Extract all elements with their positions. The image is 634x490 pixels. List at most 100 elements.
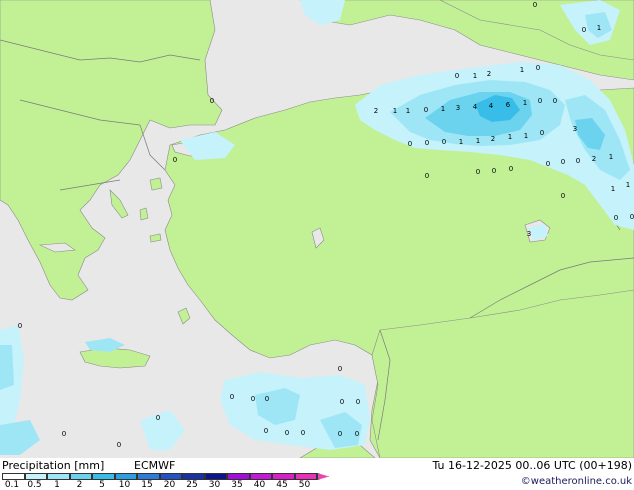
- scale-swatch: [272, 473, 295, 480]
- point-value-label: 3: [527, 230, 531, 238]
- point-value-label: 0: [62, 430, 66, 438]
- point-value-label: 0: [356, 398, 360, 406]
- point-value-label: 1: [393, 107, 397, 115]
- scale-swatch: [227, 473, 250, 480]
- scale-label: 0.5: [27, 480, 42, 490]
- point-value-label: 1: [441, 105, 445, 113]
- point-value-label: 0: [576, 157, 580, 165]
- precip-scale-labels: 0.1 0.5 1 2 5 10 15 20 25 30 35 40 45 50: [2, 480, 328, 490]
- model-name: ECMWF: [134, 459, 176, 472]
- point-value-label: 0: [18, 322, 22, 330]
- scale-label: 30: [208, 480, 221, 490]
- footer-bar: Precipitation [mm] ECMWF Tu 16-12-2025 0…: [0, 458, 634, 490]
- scale-swatch: [114, 473, 137, 480]
- precipitation-map: 0 0 1 0 0 1 2 1 0 2 1 1 0 1 3 4 4 6 1 0 0 0 0 0 1 1 2 1 1 0 3 0 0 0 0 0 0 0 0 2…: [0, 0, 634, 458]
- scale-label: 35: [231, 480, 243, 490]
- scale-swatch: [294, 473, 317, 480]
- point-value-label: 0: [251, 395, 255, 403]
- point-value-label: 1: [406, 107, 410, 115]
- point-value-label: 0: [264, 427, 268, 435]
- precip-west-edge-mid: [0, 345, 14, 390]
- scale-swatch: [204, 473, 227, 480]
- point-value-label: 4: [489, 102, 494, 110]
- point-value-label: 0: [355, 430, 359, 438]
- point-value-label: 0: [509, 165, 513, 173]
- point-value-label: 0: [561, 192, 565, 200]
- scale-label: 40: [253, 480, 266, 490]
- point-value-label: 0: [492, 167, 496, 175]
- scale-swatch: [182, 473, 205, 480]
- point-value-label: 0: [265, 395, 269, 403]
- point-value-label: 0: [553, 97, 557, 105]
- point-value-label: 0: [338, 430, 342, 438]
- point-value-label: 1: [609, 153, 613, 161]
- point-value-label: 0: [230, 393, 234, 401]
- point-value-label: 1: [626, 181, 630, 189]
- scale-swatch: [92, 473, 115, 480]
- point-value-label: 0: [614, 214, 618, 222]
- point-value-label: 0: [408, 140, 412, 148]
- scale-swatch: [137, 473, 160, 480]
- forecast-datetime: Tu 16-12-2025 00..06 UTC (00+198): [432, 459, 632, 472]
- scale-swatch: [317, 473, 329, 480]
- scale-swatch: [24, 473, 47, 480]
- point-value-label: 0: [340, 398, 344, 406]
- scale-label: 2: [76, 480, 83, 490]
- point-value-label: 0: [538, 97, 542, 105]
- scale-label: 45: [276, 480, 288, 490]
- map-area: 0 0 1 0 0 1 2 1 0 2 1 1 0 1 3 4 4 6 1 0 0 0 0 0 1 1 2 1 1 0 3 0 0 0 0 0 0 0 0 2…: [0, 0, 634, 458]
- scale-swatch: [2, 473, 25, 480]
- point-value-label: 2: [487, 70, 491, 78]
- point-value-label: 1: [523, 99, 527, 107]
- point-value-label: 0: [425, 172, 429, 180]
- point-value-label: 6: [506, 101, 511, 109]
- point-value-label: 0: [173, 156, 177, 164]
- scale-label: 25: [186, 480, 198, 490]
- point-value-label: 3: [573, 125, 577, 133]
- point-value-label: 0: [540, 129, 544, 137]
- point-value-label: 0: [210, 97, 214, 105]
- point-value-label: 1: [459, 138, 463, 146]
- point-value-label: 0: [561, 158, 565, 166]
- point-value-label: 1: [473, 72, 477, 80]
- point-value-label: 1: [611, 185, 615, 193]
- point-value-label: 1: [520, 66, 524, 74]
- point-value-label: 0: [424, 106, 428, 114]
- point-value-label: 1: [508, 133, 512, 141]
- scale-label: 1: [54, 480, 60, 490]
- point-value-label: 0: [630, 213, 634, 221]
- point-value-label: 1: [597, 24, 601, 32]
- point-value-label: 0: [442, 138, 446, 146]
- scale-swatch: [159, 473, 182, 480]
- point-value-label: 0: [156, 414, 160, 422]
- scale-swatch: [249, 473, 272, 480]
- scale-label: 0.1: [4, 480, 20, 490]
- scale-label: 20: [163, 480, 176, 490]
- scale-label: 15: [141, 480, 153, 490]
- scale-swatch: [69, 473, 92, 480]
- point-value-label: 0: [546, 160, 550, 168]
- point-value-label: 0: [476, 168, 480, 176]
- scale-label: 50: [298, 480, 311, 490]
- point-value-label: 0: [338, 365, 342, 373]
- point-value-label: 0: [533, 1, 537, 9]
- scale-label: 10: [118, 480, 131, 490]
- point-value-label: 4: [473, 103, 478, 111]
- point-value-label: 0: [455, 72, 459, 80]
- point-value-label: 0: [582, 26, 586, 34]
- scale-swatch: [47, 473, 70, 480]
- scale-label: 5: [99, 480, 105, 490]
- point-value-label: 3: [456, 104, 460, 112]
- point-value-label: 0: [285, 429, 289, 437]
- point-value-label: 1: [476, 137, 480, 145]
- point-value-label: 2: [592, 155, 596, 163]
- map-title: Precipitation [mm]: [2, 459, 105, 472]
- point-value-label: 0: [301, 429, 305, 437]
- point-value-label: 2: [491, 135, 495, 143]
- point-value-label: 1: [524, 132, 528, 140]
- point-value-label: 0: [117, 441, 121, 449]
- island-lesbos: [149, 177, 163, 191]
- credit[interactable]: ©weatheronline.co.uk: [521, 476, 632, 487]
- point-value-label: 0: [425, 139, 429, 147]
- point-value-label: 0: [536, 64, 540, 72]
